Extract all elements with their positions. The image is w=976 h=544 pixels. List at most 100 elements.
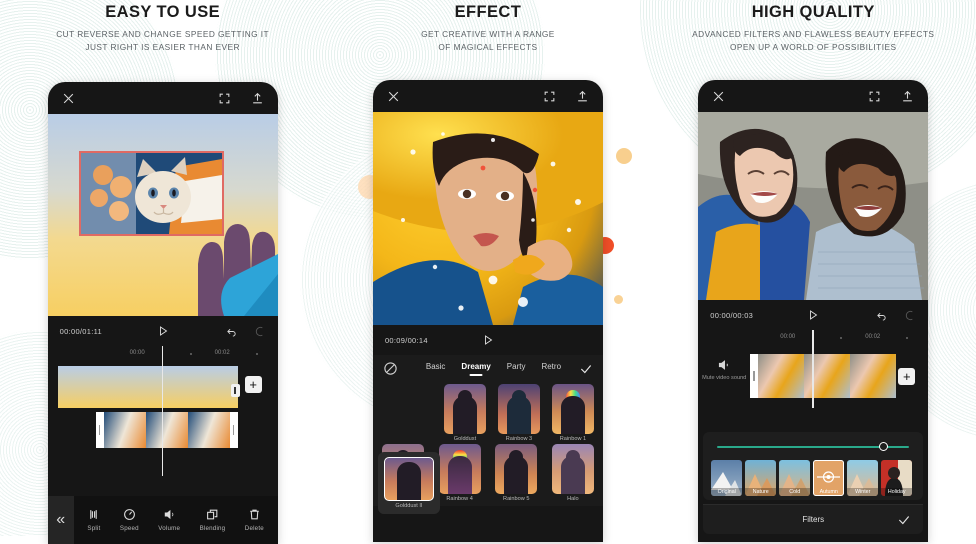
pip-cat-artwork	[80, 153, 222, 234]
timecode-2: 00:09/00:14	[384, 335, 428, 345]
trim-handle-left[interactable]	[95, 412, 104, 448]
panel-3-subtitle-line1: ADVANCED FILTERS AND FLAWLESS BEAUTY EFF…	[692, 29, 935, 39]
edit-toolbar-1: « Split Speed Volume Blending Delete	[47, 496, 278, 544]
play-icon[interactable]	[482, 334, 494, 346]
preview-artwork-portrait	[372, 112, 603, 325]
panel-2-caption: EFFECT GET CREATIVE WITH A RANGE OF MAGI…	[325, 0, 650, 53]
filter-cold[interactable]: Cold	[779, 460, 811, 496]
tool-blending[interactable]: Blending	[200, 508, 226, 532]
export-icon[interactable]	[901, 90, 914, 103]
mute-video-sound-button[interactable]: Mute video sound	[698, 346, 750, 382]
effect-tab-party[interactable]: Party	[507, 362, 526, 376]
check-icon[interactable]	[579, 362, 593, 376]
filter-autumn[interactable]: Autumn	[813, 460, 845, 496]
editor-topbar-3	[698, 80, 928, 112]
phone-mockup-2: 00:09/00:14 Basic Dreamy Party Retro Gol	[372, 80, 603, 542]
picture-in-picture-overlay[interactable]	[78, 151, 224, 236]
filter-intensity-slider[interactable]	[717, 442, 910, 452]
panel-easy-to-use: EASY TO USE CUT REVERSE AND CHANGE SPEED…	[0, 0, 325, 544]
no-effect-icon[interactable]	[383, 361, 398, 376]
export-icon[interactable]	[576, 90, 589, 103]
tool-volume[interactable]: Volume	[158, 508, 180, 532]
effect-thumbnail	[443, 384, 486, 434]
panel-high-quality: HIGH QUALITY ADVANCED FILTERS AND FLAWLE…	[651, 0, 976, 542]
video-preview-1[interactable]	[47, 114, 278, 316]
filter-nature[interactable]: Nature	[745, 460, 777, 496]
slider-knob[interactable]	[878, 442, 888, 451]
timeline-1[interactable]: +	[47, 346, 278, 477]
trim-handle-right[interactable]	[229, 412, 238, 448]
panel-3-caption: HIGH QUALITY ADVANCED FILTERS AND FLAWLE…	[651, 0, 976, 53]
filter-winter[interactable]: Winter	[847, 460, 879, 496]
tool-delete[interactable]: Delete	[245, 508, 264, 532]
timeline-track-3[interactable]	[750, 354, 898, 398]
filter-label: Holiday	[881, 488, 913, 496]
filters-footer: Filters	[703, 504, 924, 534]
timeline-track-overlay[interactable]	[95, 412, 238, 448]
redo-icon[interactable]	[905, 310, 916, 321]
timeline-frame	[149, 366, 196, 408]
timeline-3[interactable]: Mute video sound +	[698, 330, 929, 410]
clip-handle-badge[interactable]	[230, 384, 240, 397]
tool-label: Delete	[244, 525, 264, 532]
add-clip-button[interactable]: +	[244, 376, 262, 393]
play-icon[interactable]	[807, 309, 819, 321]
undo-icon[interactable]	[876, 310, 887, 321]
playhead[interactable]	[812, 330, 814, 408]
tool-speed[interactable]: Speed	[120, 508, 139, 532]
timeline-frame	[850, 354, 897, 398]
tool-label: Split	[87, 525, 101, 532]
effect-item[interactable]: Golddust	[443, 384, 487, 442]
trim-handle-left[interactable]	[750, 354, 759, 398]
filter-list[interactable]: Original Nature Cold Autumn Winter Holid…	[711, 460, 915, 496]
video-preview-2[interactable]	[372, 112, 603, 325]
video-preview-3[interactable]	[698, 112, 929, 300]
phone-mockup-1: 00:00/01:11 00:00 00:02 + « Split Speed …	[47, 82, 278, 544]
timeline-track-primary[interactable]	[57, 366, 238, 408]
effect-item[interactable]: Rainbow 3	[497, 384, 541, 442]
expand-icon[interactable]	[543, 90, 556, 103]
effect-item[interactable]: Halo	[551, 444, 595, 502]
tool-label: Speed	[119, 525, 139, 532]
playhead[interactable]	[161, 346, 164, 476]
filter-original[interactable]: Original	[711, 460, 743, 496]
effect-thumbnail	[438, 444, 481, 494]
panel-2-subtitle-line2: OF MAGICAL EFFECTS	[438, 41, 538, 52]
expand-icon[interactable]	[218, 92, 231, 105]
close-icon[interactable]	[62, 92, 75, 105]
export-icon[interactable]	[251, 92, 264, 105]
close-icon[interactable]	[712, 90, 725, 103]
filter-holiday[interactable]: Holiday	[881, 460, 913, 496]
effect-label: Golddust	[453, 436, 477, 442]
filter-label: Winter	[847, 488, 879, 496]
play-icon[interactable]	[157, 325, 169, 337]
tool-split[interactable]: Split	[87, 508, 100, 532]
effect-item[interactable]: Rainbow 5	[494, 444, 538, 502]
effect-tab-dreamy[interactable]: Dreamy	[461, 362, 490, 376]
ruler-mark-2: 00:02	[214, 350, 230, 356]
speed-icon	[123, 509, 135, 520]
check-icon[interactable]	[897, 513, 911, 527]
expand-icon[interactable]	[868, 90, 881, 103]
filters-panel-title: Filters	[802, 515, 825, 524]
undo-icon[interactable]	[226, 326, 237, 337]
effect-thumbnail	[497, 384, 540, 434]
filter-label: Cold	[779, 488, 811, 496]
filters-panel: Original Nature Cold Autumn Winter Holid…	[703, 432, 924, 500]
player-controls-1: 00:00/01:11	[47, 316, 278, 346]
selected-effect-card[interactable]: Golddust II	[377, 452, 440, 514]
ruler-mark-2: 00:02	[865, 334, 881, 340]
add-clip-button[interactable]: +	[898, 368, 916, 385]
editor-topbar-2	[373, 80, 603, 112]
timecode-3: 00:00/00:03	[710, 310, 754, 320]
toolbar-back-button[interactable]: «	[47, 496, 74, 544]
effect-tab-retro[interactable]: Retro	[541, 362, 561, 376]
timeline-frame-overlay	[187, 412, 230, 448]
selected-effect-label: Golddust II	[395, 503, 423, 509]
timeline-frame	[804, 354, 851, 398]
close-icon[interactable]	[387, 90, 400, 103]
effect-item[interactable]: Rainbow 1	[551, 384, 595, 442]
effect-tab-basic[interactable]: Basic	[426, 362, 446, 376]
effect-item[interactable]: Rainbow 4	[438, 444, 482, 502]
redo-icon[interactable]	[255, 326, 266, 337]
